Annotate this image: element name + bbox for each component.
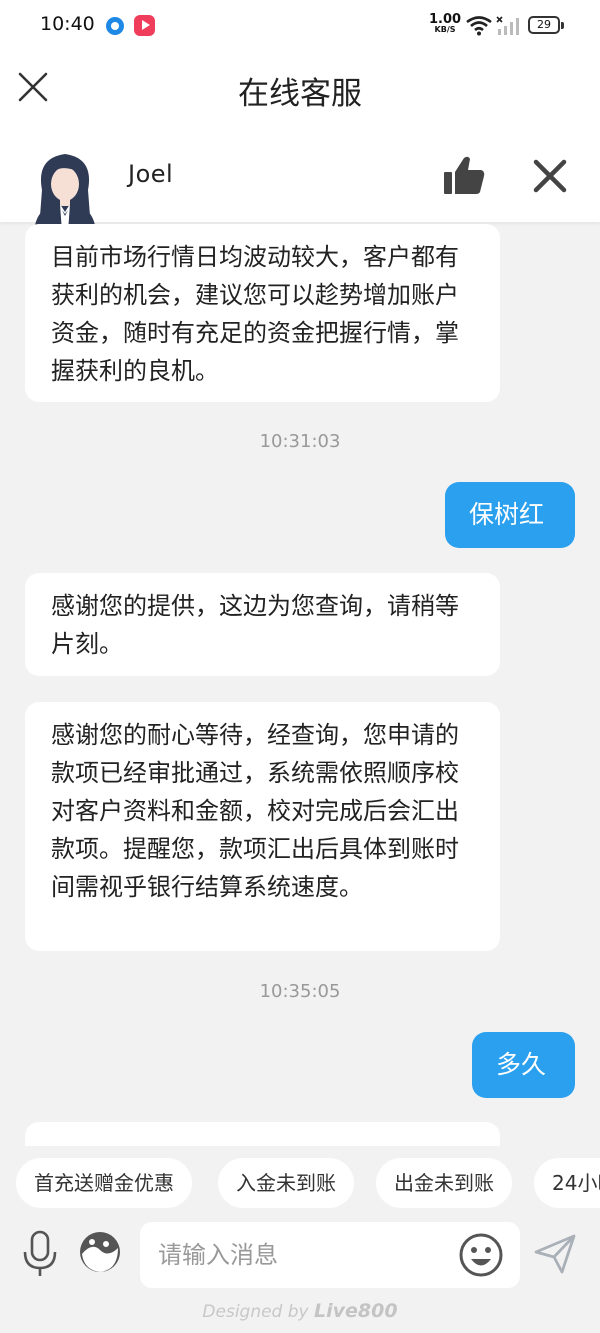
- microphone-icon[interactable]: [20, 1230, 60, 1278]
- battery-icon: 29: [528, 16, 564, 34]
- quick-reply-chip[interactable]: 入金未到账: [218, 1158, 354, 1208]
- incoming-message: 感谢您的耐心等待，经查询，您申请的款项已经审批通过，系统需依照顺序校对客户资料和…: [25, 702, 500, 951]
- sticker-icon[interactable]: [78, 1230, 122, 1274]
- wifi-icon: [466, 16, 492, 36]
- outgoing-message: 多久: [472, 1032, 575, 1098]
- status-time: 10:40: [40, 13, 95, 35]
- header: 在线客服: [0, 52, 600, 140]
- app-notification-icon: [106, 17, 124, 35]
- message-timestamp: 10:35:05: [259, 981, 341, 1002]
- quick-reply-chip[interactable]: 24小时: [534, 1158, 600, 1208]
- cell-signal-icon: [496, 16, 519, 35]
- brand-logo: Live800: [314, 1300, 398, 1322]
- end-chat-icon[interactable]: [530, 156, 570, 196]
- incoming-message: 感谢您的提供，这边为您查询，请稍等片刻。: [25, 573, 500, 676]
- agent-name: Joel: [128, 160, 174, 188]
- emoji-icon[interactable]: [458, 1232, 504, 1278]
- input-bar: [0, 1218, 600, 1294]
- incoming-message: 目前市场行情日均波动较大，客户都有获利的机会，建议您可以趁势增加账户资金，随时有…: [25, 224, 500, 402]
- thumbs-up-icon[interactable]: [442, 154, 486, 196]
- footer-credit: Designed by Live800: [0, 1300, 600, 1322]
- message-timestamp: 10:31:03: [259, 431, 341, 452]
- video-app-notification-icon: [134, 15, 155, 36]
- quick-replies: 首充送赠金优惠 入金未到账 出金未到账 24小时: [0, 1146, 600, 1218]
- chat-area[interactable]: 目前市场行情日均波动较大，客户都有获利的机会，建议您可以趁势增加账户资金，随时有…: [0, 222, 600, 1146]
- avatar: [34, 154, 96, 232]
- quick-reply-chip[interactable]: 出金未到账: [376, 1158, 512, 1208]
- network-speed: 1.00 KB/S: [429, 13, 461, 35]
- incoming-message-partial: [25, 1122, 500, 1146]
- agent-bar: Joel: [0, 140, 600, 232]
- status-bar: 10:40 1.00 KB/S 29: [0, 0, 600, 52]
- outgoing-message: 保树红: [445, 482, 575, 548]
- quick-reply-chip[interactable]: 首充送赠金优惠: [16, 1158, 192, 1208]
- page-title: 在线客服: [238, 76, 362, 112]
- footer-credit-prefix: Designed by: [202, 1302, 309, 1322]
- send-icon[interactable]: [534, 1234, 576, 1274]
